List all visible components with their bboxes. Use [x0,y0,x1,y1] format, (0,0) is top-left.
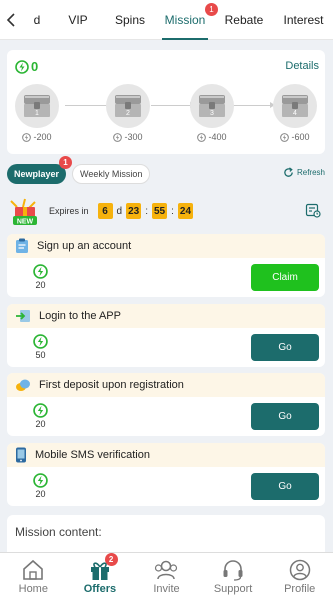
chest-number: 3 [210,110,214,117]
nav-support[interactable]: Support [200,553,267,600]
go-button[interactable]: Go [251,334,319,361]
mission-card-first-deposit: First deposit upon registration 20 Go [7,373,325,436]
chest-value: -200 [33,132,52,142]
new-gift-icon: NEW [7,197,45,226]
points-display: 0 [15,59,38,74]
timer-separator: : [145,205,148,217]
chest-milestone-4[interactable]: 4 -600 [273,84,317,148]
refresh-button[interactable]: Refresh [283,167,325,178]
chest-value: -600 [291,132,310,142]
points-value: 0 [31,59,39,74]
progress-line [151,105,191,106]
chest-track: 1 -200 2 -300 3 -400 4 -600 [15,84,319,148]
timer-day-unit: d [116,205,123,217]
treasure-chest-icon: 3 [199,95,225,117]
tab-interest[interactable]: Interest [274,0,333,40]
mission-reward: 50 [35,350,46,360]
newplayer-badge: 1 [59,156,73,169]
progress-line [233,105,271,106]
coins-icon [16,379,30,391]
timer-seconds: 24 [177,203,194,219]
timer-minutes: 55 [151,203,168,219]
chest-value: -400 [208,132,227,142]
tab-spins[interactable]: Spins [104,0,156,40]
clipboard-icon [16,238,28,253]
mission-title: Login to the APP [39,310,121,322]
mission-category-tabs: Newplayer 1 Weekly Mission [7,156,151,184]
phone-icon [16,447,26,463]
offers-badge: 2 [104,553,118,566]
mission-reward: 20 [35,489,46,499]
claim-button[interactable]: Claim [251,264,319,291]
invite-users-icon [155,560,178,579]
treasure-chest-icon: 1 [24,95,50,117]
treasure-chest-icon: 2 [115,95,141,117]
mission-card-signup: Sign up an account 20 Claim [7,234,325,297]
lightning-coin-icon [197,132,207,142]
mission-card-login: Login to the APP 50 Go [7,304,325,367]
nav-offers[interactable]: Offers 2 [67,553,134,600]
go-button[interactable]: Go [251,473,319,500]
mission-title: Sign up an account [37,240,132,252]
lightning-coin-icon [33,334,48,349]
tab-weekly-mission[interactable]: Weekly Mission [72,164,151,184]
profile-icon [289,559,310,580]
tab-vip[interactable]: VIP [52,0,104,40]
lightning-coin-icon [113,132,123,142]
mission-reward: 20 [35,419,46,429]
go-button[interactable]: Go [251,403,319,430]
lightning-coin-icon [15,59,29,74]
login-icon [16,310,30,322]
expires-label: Expires in [49,206,89,216]
chest-number: 1 [35,110,39,117]
bottom-navigation: Home Offers 2 Invite Support Profile [0,552,333,600]
nav-home[interactable]: Home [0,553,67,600]
tab-mission[interactable]: Mission 1 [156,0,218,40]
chest-milestone-2[interactable]: 2 -300 [106,84,150,148]
nav-invite[interactable]: Invite [133,553,200,600]
chest-milestone-1[interactable]: 1 -200 [15,84,59,148]
tab-newplayer[interactable]: Newplayer 1 [7,156,73,184]
history-calendar-icon[interactable] [305,202,321,223]
lightning-coin-icon [33,403,48,418]
chest-milestone-3[interactable]: 3 -400 [190,84,234,148]
lightning-coin-icon [22,132,32,142]
back-chevron-icon[interactable] [0,0,22,40]
lightning-coin-icon [33,473,48,488]
details-link[interactable]: Details [285,60,319,72]
timer-hours: 23 [126,203,142,219]
headset-icon [223,559,243,581]
tab-rebate[interactable]: Rebate [214,0,274,40]
top-tab-bar: d VIP Spins Mission 1 Rebate Interest [0,0,333,40]
mission-title: First deposit upon registration [39,379,184,391]
progress-line [65,105,110,106]
mission-reward: 20 [35,280,46,290]
tab-d[interactable]: d [22,0,52,40]
mission-content-section: Mission content: [7,515,325,555]
mission-card-sms-verification: Mobile SMS verification 20 Go [7,443,325,506]
chest-number: 2 [126,110,130,117]
timer-separator: : [171,205,174,217]
expires-row: NEW Expires in 6 d 23 : 55 : 24 [7,197,325,226]
new-tag: NEW [17,219,34,226]
refresh-icon [284,167,293,177]
nav-profile[interactable]: Profile [266,553,333,600]
lightning-coin-icon [33,264,48,279]
mission-title: Mobile SMS verification [35,449,150,461]
mission-content-label: Mission content: [15,525,102,539]
home-icon [23,559,44,580]
lightning-coin-icon [280,132,290,142]
timer-days: 6 [97,203,113,219]
chest-number: 4 [293,110,297,117]
chest-value: -300 [124,132,143,142]
mission-progress-card: 0 Details 1 -200 2 -300 3 -400 4 -600 [7,50,325,154]
treasure-chest-icon: 4 [282,95,308,117]
